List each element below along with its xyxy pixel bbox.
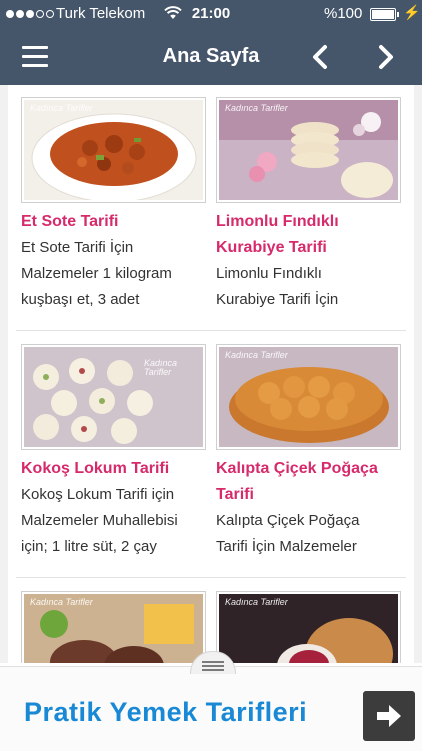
recipe-image[interactable]: Kadınca Tarifler [216,591,401,663]
row-divider [16,577,406,578]
recipe-title[interactable]: Et Sote Tarifi [21,209,211,235]
arrow-right-icon[interactable] [363,691,415,741]
recipe-image[interactable]: Kadınca Tarifler [21,344,206,450]
recipe-excerpt-line: Limonlu Fındıklı [216,265,322,282]
battery-icon [370,8,396,21]
recipe-excerpt-line: Malzemeler Muhallebisi [21,512,178,529]
recipe-excerpt-line: Kokoş Lokum Tarifi için [21,486,175,503]
chevron-left-icon[interactable] [308,42,332,72]
recipe-image[interactable]: Kadınca Tarifler [216,344,401,450]
recipe-title-line: Limonlu Fındıklı [216,213,339,230]
recipe-title[interactable]: Limonlu Fındıklı Kurabiye Tarifi [216,209,406,261]
recipe-excerpt-line: Kalıpta Çiçek Poğaça [216,512,360,529]
watermark-logo: Kadınca Tarifler [225,103,288,113]
nav-bar: Ana Sayfa [0,30,422,85]
recipe-title[interactable]: Kalıpta Çiçek Poğaça Tarifi [216,456,406,508]
charging-icon: ⚡ [403,4,421,20]
recipe-excerpt-line: için; 1 litre süt, 2 çay [21,538,157,555]
battery-percent: %100 [324,5,363,22]
watermark-logo: Kadınca Tarifler [225,350,288,360]
recipe-excerpt-line: Et Sote Tarifi İçin [21,239,134,256]
recipe-title-line: Kalıpta Çiçek Poğaça [216,460,378,477]
banner-title[interactable]: Pratik Yemek Tarifleri [24,697,307,728]
recipe-excerpt-line: Malzemeler 1 kilogram [21,265,172,282]
recipe-title-line: Kurabiye Tarifi [216,239,327,256]
watermark-logo: Kadınca Tarifler [225,597,288,607]
recipe-feed[interactable]: Kadınca Tarifler Et Sote Tarifi Et Sote … [0,85,422,663]
recipe-image[interactable]: Kadınca Tarifler [21,591,206,663]
recipe-excerpt-line: Tarifi İçin Malzemeler [216,538,357,555]
row-divider [16,330,406,331]
recipe-image[interactable]: Kadınca Tarifler [21,97,206,203]
recipe-excerpt-line: Kurabiye Tarifi İçin [216,291,339,308]
status-bar: Turk Telekom 21:00 %100 ⚡ [0,0,422,30]
watermark-logo: Kadınca Tarifler [144,358,178,377]
recipe-title-line: Tarifi [216,486,254,503]
watermark-logo: Kadınca Tarifler [30,597,93,607]
recipe-image[interactable]: Kadınca Tarifler [216,97,401,203]
recipe-excerpt-line: kuşbaşı et, 3 adet [21,291,140,308]
page-title: Ana Sayfa [162,45,260,67]
watermark-logo: Kadınca Tarifler [30,103,93,113]
recipe-title[interactable]: Kokoş Lokum Tarifi [21,456,211,482]
chevron-right-icon[interactable] [374,42,398,72]
ad-banner[interactable]: Pratik Yemek Tarifleri [0,666,422,751]
